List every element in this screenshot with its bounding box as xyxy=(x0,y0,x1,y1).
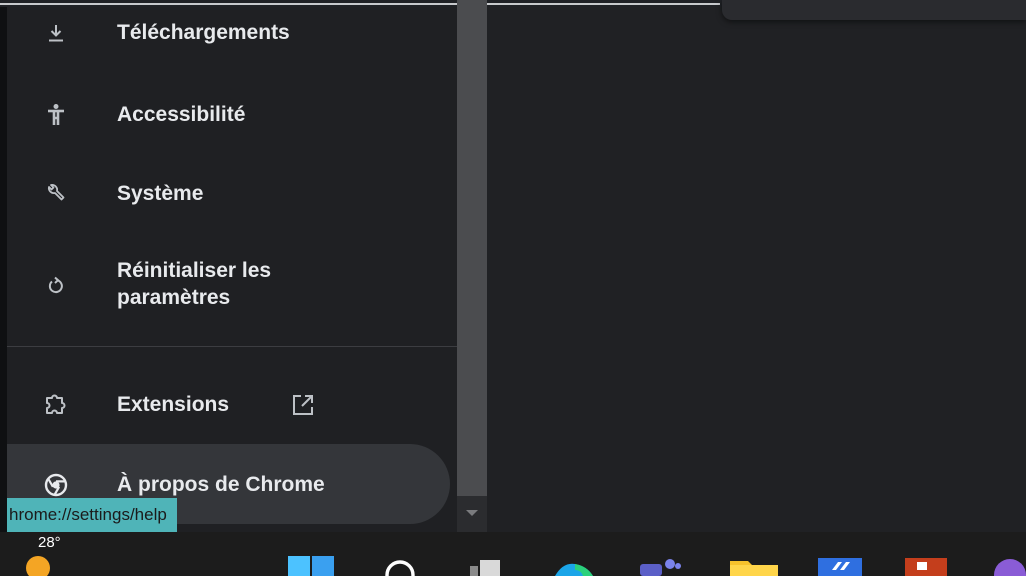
visual-studio-icon[interactable] xyxy=(818,558,862,576)
screen: Téléchargements Accessibilité Système Ré… xyxy=(0,0,1026,576)
top-edge xyxy=(0,0,1026,20)
scrollbar-thumb[interactable] xyxy=(457,0,487,496)
sidebar-item-about-chrome[interactable]: À propos de Chrome xyxy=(7,472,447,498)
sidebar-item-label-line2: paramètres xyxy=(117,286,231,309)
sidebar-item-accessibility[interactable]: Accessibilité xyxy=(7,102,447,128)
sidebar-item-label-line1: Réinitialiser les xyxy=(117,259,272,282)
extension-puzzle-icon xyxy=(43,392,69,418)
sidebar-item-reset-settings[interactable]: Réinitialiser les paramètres xyxy=(7,258,447,314)
windows-start-icon[interactable] xyxy=(288,556,334,576)
download-icon xyxy=(43,20,69,46)
popup-card-edge xyxy=(722,0,1026,20)
scrollbar-down-arrow[interactable] xyxy=(466,510,478,516)
reset-icon xyxy=(43,273,69,299)
wrench-icon xyxy=(43,181,69,207)
settings-content-area xyxy=(487,0,1026,532)
open-in-new-icon xyxy=(290,392,316,418)
app-icon[interactable] xyxy=(992,557,1026,576)
sidebar-item-system[interactable]: Système xyxy=(7,181,447,207)
sidebar-item-label: Extensions xyxy=(117,393,230,416)
powerpoint-icon[interactable] xyxy=(905,558,947,576)
chrome-icon xyxy=(43,472,69,498)
file-explorer-icon[interactable] xyxy=(730,557,778,576)
window-frame-edge xyxy=(0,0,7,532)
sidebar-item-label: Accessibilité xyxy=(117,103,246,126)
sidebar-item-label: Système xyxy=(117,182,204,205)
search-icon[interactable] xyxy=(383,558,417,576)
weather-sun-icon[interactable] xyxy=(26,556,50,576)
accessibility-icon xyxy=(43,102,69,128)
top-strip xyxy=(0,3,720,5)
windows-taskbar: 28° xyxy=(0,532,1026,576)
sidebar-item-downloads[interactable]: Téléchargements xyxy=(7,20,447,46)
task-view-icon[interactable] xyxy=(470,560,502,576)
sidebar-item-label: À propos de Chrome xyxy=(117,473,325,496)
edge-icon[interactable] xyxy=(553,562,595,576)
link-status-tooltip: hrome://settings/help xyxy=(7,498,177,532)
teams-icon[interactable] xyxy=(640,558,682,576)
sidebar-divider xyxy=(7,346,457,347)
sidebar-item-extensions[interactable]: Extensions xyxy=(7,392,447,418)
sidebar-item-label: Téléchargements xyxy=(117,21,290,44)
sidebar-scrollbar[interactable] xyxy=(457,0,487,532)
weather-temperature[interactable]: 28° xyxy=(38,534,61,551)
